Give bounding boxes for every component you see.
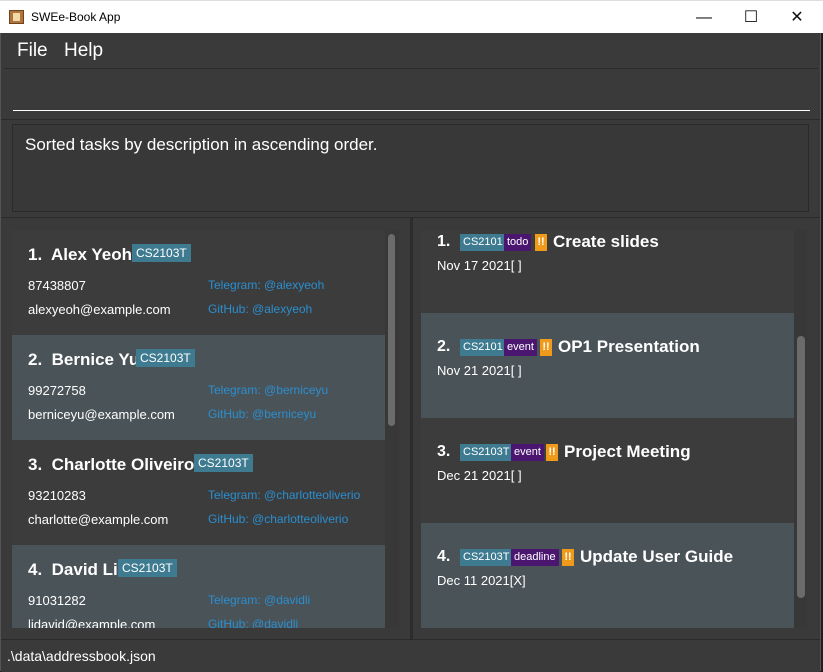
minimize-button[interactable]: — (681, 1, 727, 34)
task-list[interactable]: 1. CS2101 todo!! Create slides Nov 17 2021[ … (421, 230, 807, 628)
person-phone: 99272758 (28, 383, 86, 398)
person-phone: 87438807 (28, 278, 86, 293)
task-card[interactable]: 1. CS2101 todo!! Create slides Nov 17 2021[ … (421, 230, 794, 313)
person-tag: CS2103T (132, 244, 191, 262)
person-name-text: David Li (51, 560, 118, 579)
command-input[interactable] (13, 77, 810, 111)
person-card[interactable]: 2. Bernice Yu CS2103T 99272758 berniceyu@ex… (12, 335, 385, 440)
task-type-tag: event (504, 339, 537, 356)
task-index: 3. (437, 443, 451, 460)
task-date: Nov 21 2021[ ] (437, 363, 522, 378)
person-name: 2. Bernice Yu (28, 350, 139, 370)
person-name-text: Charlotte Oliveiro (51, 455, 195, 474)
menu-bar: File Help (1, 33, 820, 67)
person-email: berniceyu@example.com (28, 407, 175, 422)
status-bar: .\data\addressbook.json (1, 639, 820, 672)
result-display-panel: Sorted tasks by description in ascending… (1, 119, 820, 218)
person-name-text: Bernice Yu (51, 350, 140, 369)
person-name: 3. Charlotte Oliveiro (28, 455, 194, 475)
task-priority-badge: !! (546, 444, 558, 461)
task-priority-badge: !! (540, 339, 552, 356)
person-telegram-link[interactable]: Telegram: @alexyeoh (208, 278, 324, 292)
task-date-text: Dec 21 2021 (437, 468, 511, 483)
person-name: 1. Alex Yeoh (28, 245, 132, 265)
task-type-tag: event (511, 444, 544, 461)
command-box (4, 68, 818, 119)
task-card[interactable]: 2. CS2101 event!! OP1 Presentation Nov 21 20… (421, 313, 794, 418)
person-index: 3. (28, 455, 43, 474)
close-button[interactable]: ✕ (774, 1, 820, 34)
task-status: [ ] (510, 468, 522, 483)
task-date-text: Nov 21 2021 (437, 363, 511, 378)
person-email: charlotte@example.com (28, 512, 169, 527)
person-index: 1. (28, 245, 43, 264)
result-display: Sorted tasks by description in ascending… (12, 124, 809, 212)
task-description: Update User Guide (580, 547, 734, 566)
list-panes: 1. Alex Yeoh CS2103T 87438807 alexyeoh@exam… (1, 217, 820, 640)
person-email: lidavid@example.com (28, 617, 156, 628)
person-index: 4. (28, 560, 43, 579)
person-list[interactable]: 1. Alex Yeoh CS2103T 87438807 alexyeoh@exam… (12, 230, 399, 628)
person-github-link[interactable]: GitHub: @berniceyu (208, 407, 316, 421)
task-status: [X] (509, 573, 526, 588)
task-module-tag: CS2101 (460, 339, 506, 356)
person-name: 4. David Li (28, 560, 118, 580)
task-module-tag: CS2101 (460, 234, 506, 251)
task-priority-badge: !! (562, 549, 574, 566)
menu-help[interactable]: Help (64, 40, 103, 62)
person-name-text: Alex Yeoh (51, 245, 132, 264)
person-card[interactable]: 3. Charlotte Oliveiro CS2103T 93210283 char… (12, 440, 385, 545)
person-github-link[interactable]: GitHub: @davidli (208, 617, 298, 628)
person-telegram-link[interactable]: Telegram: @davidli (208, 593, 310, 607)
task-date: Dec 21 2021[ ] (437, 468, 522, 483)
person-tag: CS2103T (136, 349, 195, 367)
task-status: [ ] (510, 363, 522, 378)
task-priority-badge: !! (535, 234, 547, 251)
task-description: Create slides (553, 232, 659, 251)
task-description: Project Meeting (564, 442, 691, 461)
task-date-text: Dec 11 2021 (437, 573, 510, 588)
result-message: Sorted tasks by description in ascending… (25, 135, 378, 154)
person-email: alexyeoh@example.com (28, 302, 171, 317)
task-index: 2. (437, 338, 451, 355)
task-index: 4. (437, 548, 451, 565)
person-telegram-link[interactable]: Telegram: @berniceyu (208, 383, 328, 397)
maximize-button[interactable]: ☐ (728, 1, 774, 34)
task-type-tag: todo (504, 234, 532, 251)
person-tag: CS2103T (194, 454, 253, 472)
app-book-icon (9, 10, 24, 24)
save-location: .\data\addressbook.json (7, 648, 156, 664)
task-status: [ ] (510, 258, 522, 273)
task-date-text: Nov 17 2021 (437, 258, 511, 273)
task-card[interactable]: 3. CS2103T event!! Project Meeting Dec 21 20… (421, 418, 794, 523)
task-index: 1. (437, 233, 451, 250)
app-window: File Help Sorted tasks by description in… (0, 33, 821, 672)
person-telegram-link[interactable]: Telegram: @charlotteoliverio (208, 488, 360, 502)
task-module-tag: CS2103T (460, 444, 513, 461)
person-github-link[interactable]: GitHub: @alexyeoh (208, 302, 312, 316)
title-bar: SWEe-Book App — ☐ ✕ (0, 0, 823, 33)
pane-divider[interactable] (410, 218, 413, 640)
task-description: OP1 Presentation (558, 337, 700, 356)
person-card[interactable]: 4. David Li CS2103T 91031282 lidavid@exampl… (12, 545, 385, 628)
task-card[interactable]: 4. CS2103T deadline!! Update User Guide Dec … (421, 523, 794, 628)
person-card[interactable]: 1. Alex Yeoh CS2103T 87438807 alexyeoh@exam… (12, 230, 385, 335)
person-phone: 91031282 (28, 593, 86, 608)
window-title: SWEe-Book App (31, 10, 121, 24)
menu-file[interactable]: File (17, 40, 48, 62)
person-github-link[interactable]: GitHub: @charlotteoliverio (208, 512, 348, 526)
person-list-scrollbar[interactable] (388, 234, 395, 426)
task-date: Dec 11 2021[X] (437, 573, 526, 588)
person-index: 2. (28, 350, 43, 369)
task-type-tag: deadline (511, 549, 559, 566)
task-module-tag: CS2103T (460, 549, 513, 566)
task-list-scrollbar[interactable] (797, 336, 805, 598)
person-tag: CS2103T (118, 559, 177, 577)
task-date: Nov 17 2021[ ] (437, 258, 522, 273)
person-phone: 93210283 (28, 488, 86, 503)
